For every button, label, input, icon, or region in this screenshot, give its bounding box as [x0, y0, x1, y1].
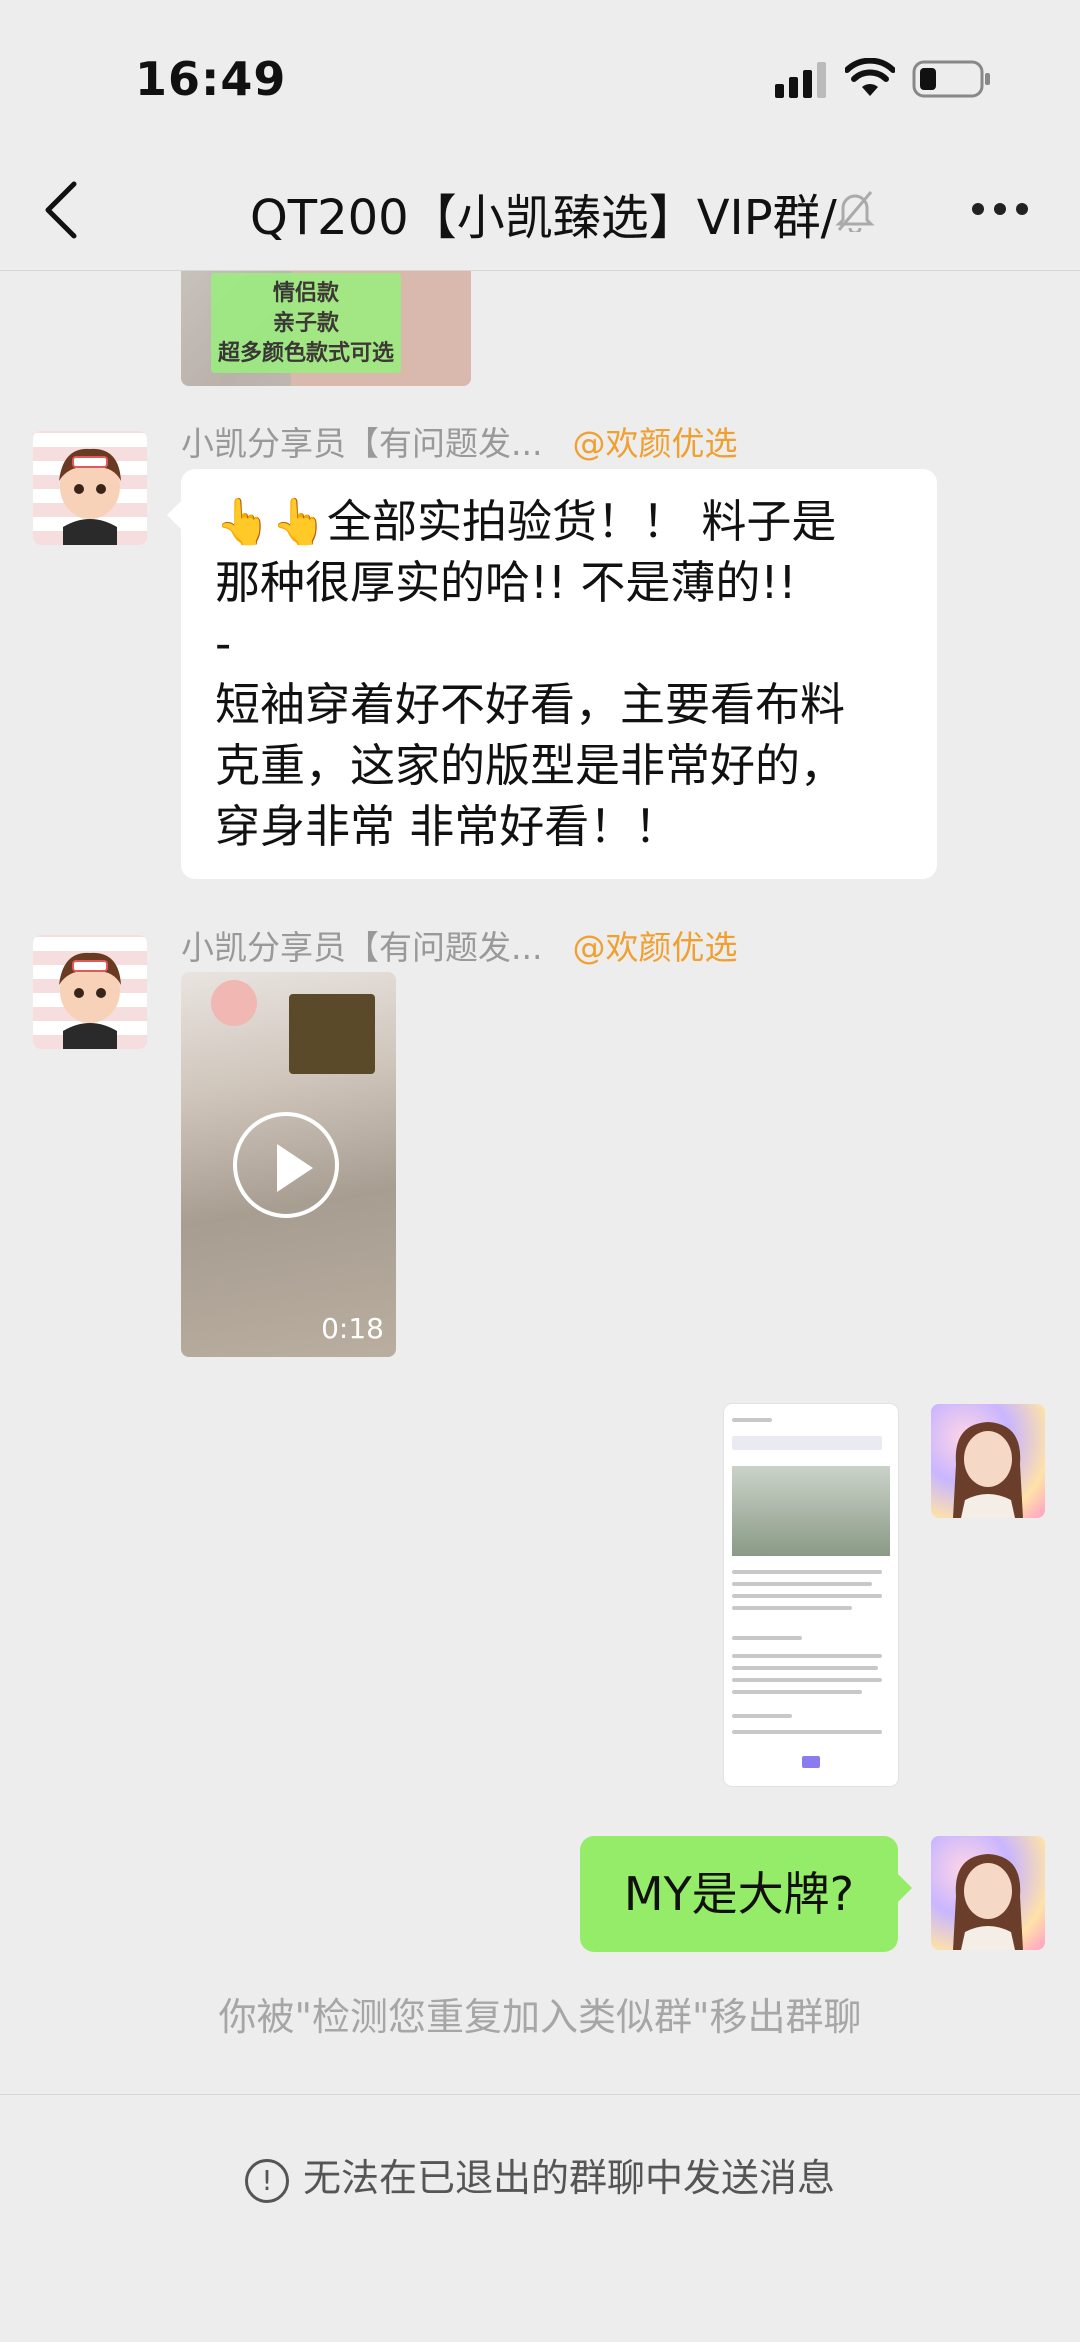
- sender-name: 小凯分享员【有问题发... @欢颜优选: [181, 921, 737, 969]
- status-time: 16:49: [135, 52, 287, 106]
- my-avatar[interactable]: [931, 1404, 1045, 1518]
- screenshot-line: [732, 1714, 792, 1718]
- avatar-boy-illustration: [59, 952, 121, 1049]
- message-line: 那种很厚实的哈!! 不是薄的!!: [215, 556, 797, 609]
- video-message[interactable]: 0:18: [181, 972, 396, 1357]
- wifi-icon: [845, 58, 895, 96]
- screenshot-line: [732, 1636, 802, 1640]
- screenshot-line: [732, 1606, 852, 1610]
- image-overlay-text: 情侣款 亲子款 超多颜色款式可选: [211, 273, 401, 373]
- disabled-notice-text: 无法在已退出的群聊中发送消息: [302, 2156, 835, 2200]
- screenshot-line: [732, 1582, 872, 1586]
- screenshot-line: [732, 1654, 882, 1658]
- chat-title: QT200【小凯臻选】VIP群/: [250, 190, 837, 246]
- video-sticker: [289, 994, 375, 1074]
- bell-off-icon: [835, 191, 875, 232]
- message-line: -: [215, 617, 232, 670]
- more-dots-icon: [994, 203, 1006, 215]
- overlay-line: 超多颜色款式可选: [217, 341, 394, 366]
- overlay-line: 亲子款: [272, 311, 339, 336]
- screenshot-line: [732, 1570, 882, 1574]
- my-text-message[interactable]: MY是大牌?: [580, 1836, 912, 1952]
- message-line: 👆👆全部实拍验货！！ 料子是: [215, 495, 837, 548]
- screenshot-search: [732, 1436, 882, 1450]
- mention-tag[interactable]: @欢颜优选: [572, 928, 737, 967]
- message-line: 穿身非常 非常好看！！: [215, 800, 680, 853]
- screenshot-line: [732, 1678, 882, 1682]
- avatar-girl-illustration: [953, 1854, 1023, 1950]
- signal-icon: [775, 62, 826, 98]
- screenshot-line: [732, 1418, 772, 1422]
- screenshot-tab: [802, 1756, 820, 1768]
- screenshot-photo: [732, 1466, 890, 1556]
- avatar-boy-illustration: [59, 448, 121, 545]
- video-flower: [211, 980, 257, 1026]
- image-message[interactable]: 情侣款 亲子款 超多颜色款式可选: [181, 271, 471, 386]
- sender-label: 小凯分享员【有问题发...: [181, 928, 543, 967]
- disabled-notice: 无法在已退出的群聊中发送消息: [0, 2147, 1080, 2203]
- sender-name: 小凯分享员【有问题发... @欢颜优选: [181, 417, 737, 465]
- message-line: 短袖穿着好不好看，主要看布料: [215, 678, 846, 731]
- sender-label: 小凯分享员【有问题发...: [181, 424, 543, 463]
- text-message[interactable]: 👆👆全部实拍验货！！ 料子是 那种很厚实的哈!! 不是薄的!! - 短袖穿着好不…: [167, 469, 937, 879]
- screenshot-line: [732, 1666, 878, 1670]
- avatar-girl-illustration: [953, 1422, 1023, 1518]
- screenshot-line: [732, 1594, 882, 1598]
- battery-icon: [912, 60, 990, 98]
- image-message[interactable]: [724, 1404, 898, 1786]
- info-circle-icon: [244, 2158, 289, 2203]
- video-duration: 0:18: [321, 1312, 384, 1345]
- chat-area[interactable]: 情侣款 亲子款 超多颜色款式可选 小凯分享员【有问题发... @欢颜优选 👆👆全部…: [0, 271, 1080, 2094]
- more-dots-icon: [1016, 203, 1028, 215]
- input-disabled-bar: 无法在已退出的群聊中发送消息: [0, 2094, 1080, 2342]
- status-bar: 16:49: [0, 0, 1080, 150]
- avatar[interactable]: [33, 431, 147, 545]
- nav-bar: QT200【小凯臻选】VIP群/: [0, 150, 1080, 271]
- avatar[interactable]: [33, 935, 147, 1049]
- screenshot-line: [732, 1690, 862, 1694]
- back-button[interactable]: [40, 180, 84, 240]
- play-icon[interactable]: [233, 1112, 339, 1218]
- more-dots-icon: [972, 203, 984, 215]
- message-line: 克重，这家的版型是非常好的，: [215, 739, 846, 792]
- my-avatar[interactable]: [931, 1836, 1045, 1950]
- overlay-line: 情侣款: [272, 281, 339, 306]
- screenshot-line: [732, 1730, 882, 1734]
- more-button[interactable]: [972, 200, 1038, 219]
- mention-tag[interactable]: @欢颜优选: [572, 424, 737, 463]
- system-message: 你被"检测您重复加入类似群"移出群聊: [218, 1995, 862, 2039]
